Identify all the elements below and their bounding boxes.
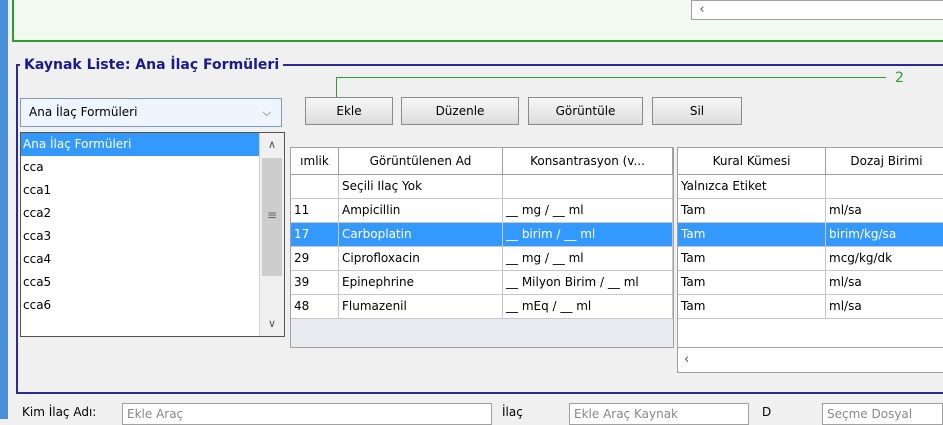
cell-id: 39 — [291, 271, 339, 294]
cell-concentration: __ birim / __ ml — [503, 223, 673, 246]
rules-table: Kural Kümesi Dozaj Birimi Yalnızca Etike… — [677, 147, 943, 348]
cell-dose: ml/sa — [826, 295, 943, 318]
cell-concentration: __ mg / __ ml — [503, 199, 673, 222]
table-row[interactable]: 39 Epinephrine __ Milyon Birim / __ ml — [291, 271, 673, 295]
dropdown-option[interactable]: Ana İlaç Formüleri — [21, 133, 259, 156]
chevron-down-icon[interactable]: ⌵ — [263, 99, 271, 126]
drug-field[interactable]: Ekle Araç Kaynak — [569, 403, 749, 425]
edit-button[interactable]: Düzenle — [401, 97, 519, 125]
cell-concentration: __ Milyon Birim / __ ml — [503, 271, 673, 294]
cell-concentration: __ mg / __ ml — [503, 247, 673, 270]
cell-name: Ampicillin — [339, 199, 503, 222]
cell-id — [291, 175, 339, 198]
add-button[interactable]: Ekle — [305, 97, 393, 125]
cell-dose: ml/sa — [826, 199, 943, 222]
cell-rule: Tam — [678, 295, 826, 318]
dropdown-option[interactable]: cca2 — [21, 202, 259, 225]
column-header-concentration[interactable]: Konsantrasyon (v... — [503, 148, 673, 174]
callout-line — [336, 77, 886, 78]
dropdown-option[interactable]: cca — [21, 156, 259, 179]
cell-rule: Tam — [678, 199, 826, 222]
dropdown-option[interactable]: cca3 — [21, 225, 259, 248]
cell-id: 48 — [291, 295, 339, 318]
cell-name: Seçili Ilaç Yok — [339, 175, 503, 198]
cell-rule: Tam — [678, 271, 826, 294]
column-header-rule-set[interactable]: Kural Kümesi — [678, 148, 826, 174]
cell-dose — [826, 175, 943, 198]
top-horizontal-scrollbar[interactable]: ‹ — [691, 0, 943, 20]
cell-dose: ml/sa — [826, 271, 943, 294]
drug-label: İlaç — [502, 405, 523, 419]
dropdown-option[interactable]: cca6 — [21, 294, 259, 317]
table-row[interactable]: 48 Flumazenil __ mEq / __ ml — [291, 295, 673, 319]
formulary-dropdown-list: Ana İlaç Formüleri cca cca1 cca2 cca3 cc… — [20, 132, 285, 337]
window-left-edge — [0, 0, 8, 419]
table-row[interactable]: 29 Ciprofloxacin __ mg / __ ml — [291, 247, 673, 271]
callout-number: 2 — [895, 70, 904, 86]
dropdown-option[interactable]: cca1 — [21, 179, 259, 202]
top-panel: ‹ — [12, 0, 943, 42]
rules-horizontal-scrollbar[interactable]: ‹ — [677, 347, 943, 373]
cell-dose: birim/kg/sa — [826, 223, 943, 246]
cell-id: 17 — [291, 223, 339, 246]
cell-name: Carboplatin — [339, 223, 503, 246]
scrollbar-thumb[interactable]: ≡ — [262, 158, 282, 276]
grip-icon: ≡ — [266, 208, 278, 222]
cell-name: Flumazenil — [339, 295, 503, 318]
table-row[interactable]: Tam ml/sa — [678, 271, 943, 295]
cell-concentration — [503, 175, 673, 198]
cell-dose: mcg/kg/dk — [826, 247, 943, 270]
column-header-display-name[interactable]: Görüntülenen Ad — [339, 148, 503, 174]
chevron-down-icon[interactable]: ∨ — [260, 314, 284, 334]
combo-value: Ana İlaç Formüleri — [29, 105, 138, 119]
delete-button[interactable]: Sil — [652, 97, 742, 125]
dropdown-scrollbar[interactable]: ∧ ≡ ∨ — [259, 133, 284, 336]
table-row[interactable]: Tam ml/sa — [678, 199, 943, 223]
group-title: Kaynak Liste: Ana İlaç Formüleri — [20, 56, 284, 74]
d-field[interactable]: Seçme Dosyal — [822, 403, 943, 425]
drug-name-field[interactable]: Ekle Araç — [122, 403, 492, 425]
cell-concentration: __ mEq / __ ml — [503, 295, 673, 318]
column-header-id[interactable]: ımlik — [291, 148, 339, 174]
cell-id: 11 — [291, 199, 339, 222]
scroll-left-icon[interactable]: ‹ — [694, 1, 710, 19]
drug-name-label: Kim İlaç Adı: — [22, 405, 97, 419]
cell-rule: Yalnızca Etiket — [678, 175, 826, 198]
column-header-dosage-unit[interactable]: Dozaj Birimi — [826, 148, 943, 174]
table-row-selected[interactable]: Tam birim/kg/sa — [678, 223, 943, 247]
table-row-selected[interactable]: 17 Carboplatin __ birim / __ ml — [291, 223, 673, 247]
dropdown-option[interactable]: cca4 — [21, 248, 259, 271]
callout-connector — [336, 77, 337, 98]
table-row[interactable]: 11 Ampicillin __ mg / __ ml — [291, 199, 673, 223]
table-header: Kural Kümesi Dozaj Birimi — [678, 148, 943, 175]
view-button[interactable]: Görüntüle — [528, 97, 643, 125]
table-row[interactable]: Tam ml/sa — [678, 295, 943, 319]
cell-name: Ciprofloxacin — [339, 247, 503, 270]
formulary-combo[interactable]: Ana İlaç Formüleri ⌵ — [20, 98, 282, 127]
cell-name: Epinephrine — [339, 271, 503, 294]
table-row[interactable]: Yalnızca Etiket — [678, 175, 943, 199]
cell-rule: Tam — [678, 247, 826, 270]
cell-id: 29 — [291, 247, 339, 270]
chevron-up-icon[interactable]: ∧ — [260, 135, 284, 155]
table-header: ımlik Görüntülenen Ad Konsantrasyon (v..… — [291, 148, 673, 175]
drug-table: ımlik Görüntülenen Ad Konsantrasyon (v..… — [290, 147, 674, 348]
table-row[interactable]: Seçili Ilaç Yok — [291, 175, 673, 199]
d-label: D — [762, 405, 772, 419]
scroll-left-icon[interactable]: ‹ — [684, 348, 689, 372]
cell-rule: Tam — [678, 223, 826, 246]
dropdown-option[interactable]: cca5 — [21, 271, 259, 294]
table-row[interactable]: Tam mcg/kg/dk — [678, 247, 943, 271]
